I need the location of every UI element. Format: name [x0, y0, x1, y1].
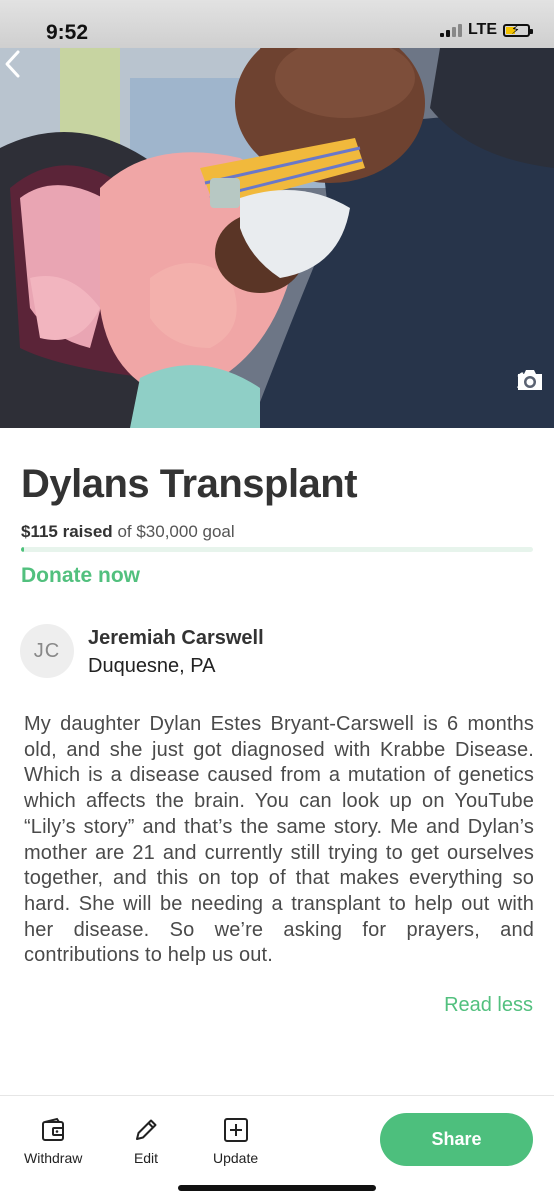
status-time: 9:52 [46, 21, 89, 44]
campaign-story: My daughter Dylan Estes Bryant-Carswell … [24, 713, 534, 967]
signal-icon [439, 23, 462, 37]
edit-button[interactable]: Edit [132, 1116, 160, 1166]
plus-square-icon [223, 1118, 248, 1142]
wallet-icon [42, 1117, 65, 1141]
progress-bar [21, 547, 533, 552]
campaign-photo[interactable]: 1 [0, 48, 554, 428]
update-label: Update [213, 1150, 259, 1166]
network-label: LTE [467, 21, 497, 38]
status-indicators: LTE ⚡ [439, 21, 533, 39]
photo-illustration [0, 48, 554, 428]
organizer-location: Duquesne, PA [88, 655, 216, 677]
bottom-toolbar: Withdraw Edit Update Share [0, 1095, 554, 1201]
raised-amount: $115 raised [21, 522, 113, 541]
back-chevron-icon[interactable] [0, 48, 26, 80]
donate-now-link[interactable]: Donate now [21, 564, 140, 588]
campaign-title: Dylans Transplant [21, 462, 358, 506]
progress-fill [21, 547, 24, 552]
home-indicator [178, 1185, 376, 1191]
edit-label: Edit [133, 1150, 159, 1166]
withdraw-label: Withdraw [24, 1150, 83, 1166]
raised-summary: $115 raised of $30,000 goal [21, 522, 235, 542]
status-bar: 9:52 LTE ⚡ [0, 0, 554, 48]
battery-icon: ⚡ [503, 22, 533, 37]
read-less-link[interactable]: Read less [444, 994, 533, 1017]
organizer-name: Jeremiah Carswell [88, 627, 264, 649]
organizer-info: Jeremiah Carswell Duquesne, PA [88, 627, 264, 678]
pencil-icon [136, 1119, 157, 1140]
photo-count[interactable]: 1 [516, 368, 542, 394]
organizer[interactable]: JC Jeremiah Carswell Duquesne, PA [20, 624, 264, 678]
share-button[interactable]: Share [380, 1113, 533, 1166]
camera-icon [517, 370, 542, 390]
update-button[interactable]: Update [213, 1116, 258, 1166]
avatar: JC [20, 624, 74, 678]
goal-text: of $30,000 goal [117, 522, 235, 541]
withdraw-button[interactable]: Withdraw [24, 1116, 82, 1166]
